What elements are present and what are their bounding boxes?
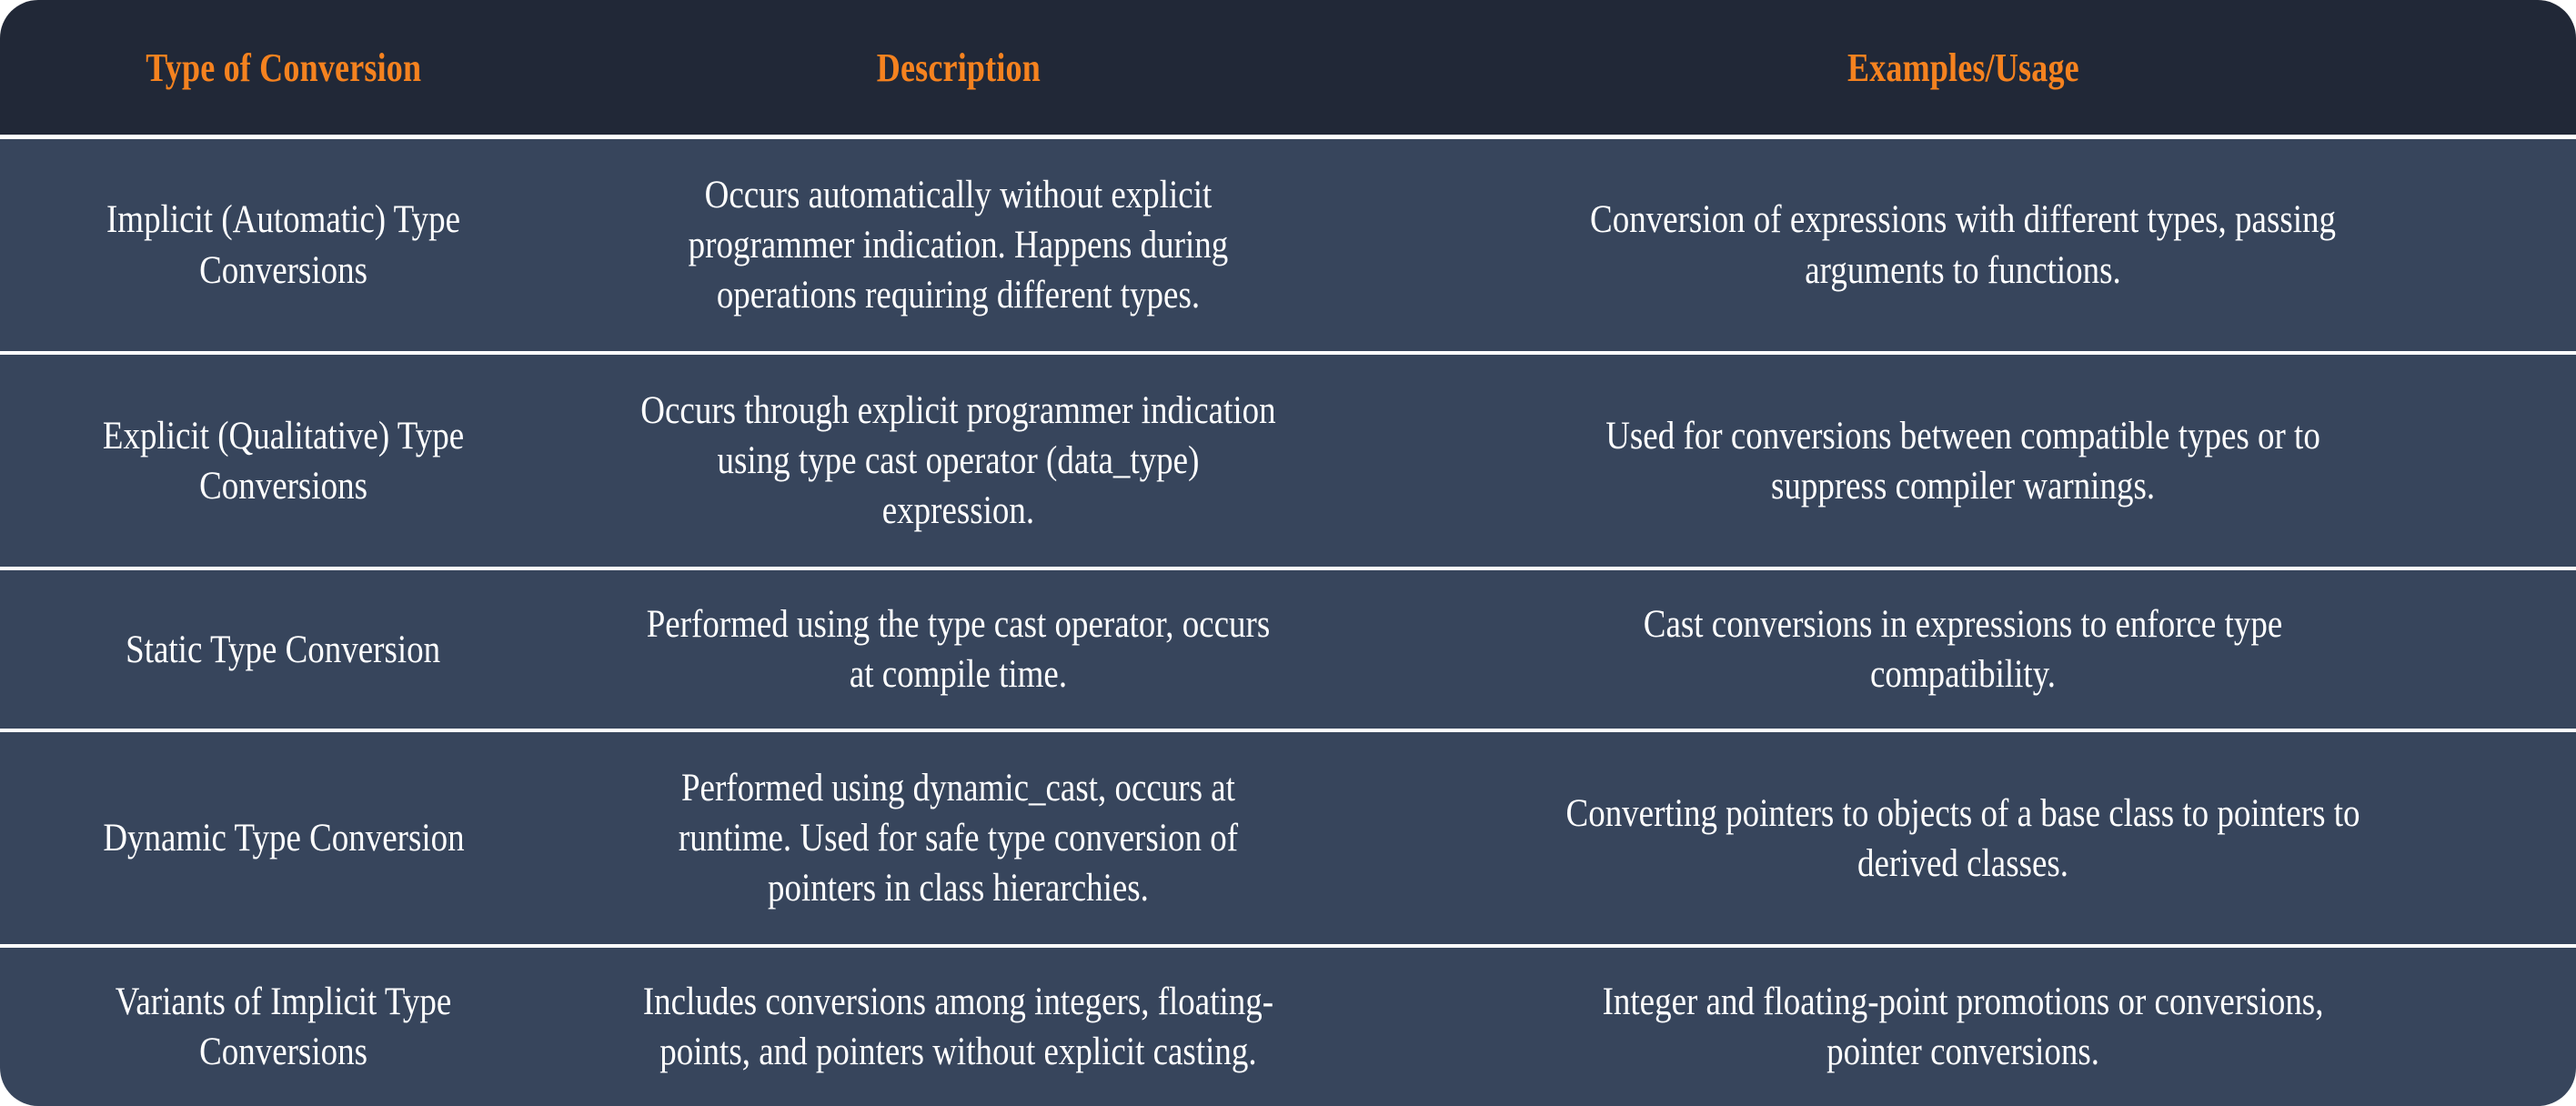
cell-text: Cast conversions in expressions to enfor… [1643,603,2283,697]
cell-description: Performed using the type cast operator, … [567,570,1350,733]
cell-type-of-conversion: Explicit (Qualitative) Type Conversions [0,355,568,571]
cell-examples-usage: Used for conversions between compatible … [1349,355,2576,571]
table-container: Type of Conversion Description Examples/… [0,0,2576,1106]
cell-text: Converting pointers to objects of a base… [1565,791,2360,885]
cell-text: Variants of Implicit Type Conversions [115,980,452,1074]
cell-text: Performed using dynamic_cast, occurs at … [678,767,1239,910]
table-row: Variants of Implicit Type Conversions In… [0,948,2576,1106]
cell-description: Performed using dynamic_cast, occurs at … [567,732,1350,949]
cell-text: Static Type Conversion [126,628,441,671]
cell-type-of-conversion: Static Type Conversion [0,570,568,733]
cell-text: Integer and floating-point promotions or… [1602,980,2324,1074]
cell-text: Implicit (Automatic) Type Conversions [106,198,461,292]
table-row: Implicit (Automatic) Type Conversions Oc… [0,139,2576,356]
cell-description: Occurs automatically without explicit pr… [567,139,1350,356]
cell-text: Occurs through explicit programmer indic… [640,389,1276,533]
cell-text: Dynamic Type Conversion [102,817,465,860]
cell-text: Conversion of expressions with different… [1589,198,2336,292]
type-conversion-table: Type of Conversion Description Examples/… [0,0,2576,1106]
cell-text: Performed using the type cast operator, … [646,603,1271,697]
cell-type-of-conversion: Variants of Implicit Type Conversions [0,948,568,1106]
cell-text: Explicit (Qualitative) Type Conversions [102,414,465,508]
cell-text: Used for conversions between compatible … [1605,414,2320,508]
cell-type-of-conversion: Dynamic Type Conversion [0,732,568,949]
table-body: Implicit (Automatic) Type Conversions Oc… [0,139,2576,1106]
table-row: Explicit (Qualitative) Type Conversions … [0,355,2576,571]
cell-text: Includes conversions among integers, flo… [642,980,1274,1074]
cell-description: Includes conversions among integers, flo… [567,948,1350,1106]
column-header-examples-usage: Examples/Usage [1349,0,2576,139]
column-header-description-label: Description [876,45,1041,90]
column-header-description: Description [567,0,1350,139]
table-row: Static Type Conversion Performed using t… [0,570,2576,733]
column-header-type-of-conversion: Type of Conversion [0,0,568,139]
column-header-examples-usage-label: Examples/Usage [1846,45,2079,90]
column-header-type-of-conversion-label: Type of Conversion [146,45,421,90]
cell-examples-usage: Conversion of expressions with different… [1349,139,2576,356]
header-row: Type of Conversion Description Examples/… [0,0,2576,139]
table-row: Dynamic Type Conversion Performed using … [0,732,2576,949]
cell-examples-usage: Cast conversions in expressions to enfor… [1349,570,2576,733]
cell-description: Occurs through explicit programmer indic… [567,355,1350,571]
cell-examples-usage: Integer and floating-point promotions or… [1349,948,2576,1106]
cell-type-of-conversion: Implicit (Automatic) Type Conversions [0,139,568,356]
table-header: Type of Conversion Description Examples/… [0,0,2576,139]
cell-examples-usage: Converting pointers to objects of a base… [1349,732,2576,949]
cell-text: Occurs automatically without explicit pr… [688,173,1229,317]
